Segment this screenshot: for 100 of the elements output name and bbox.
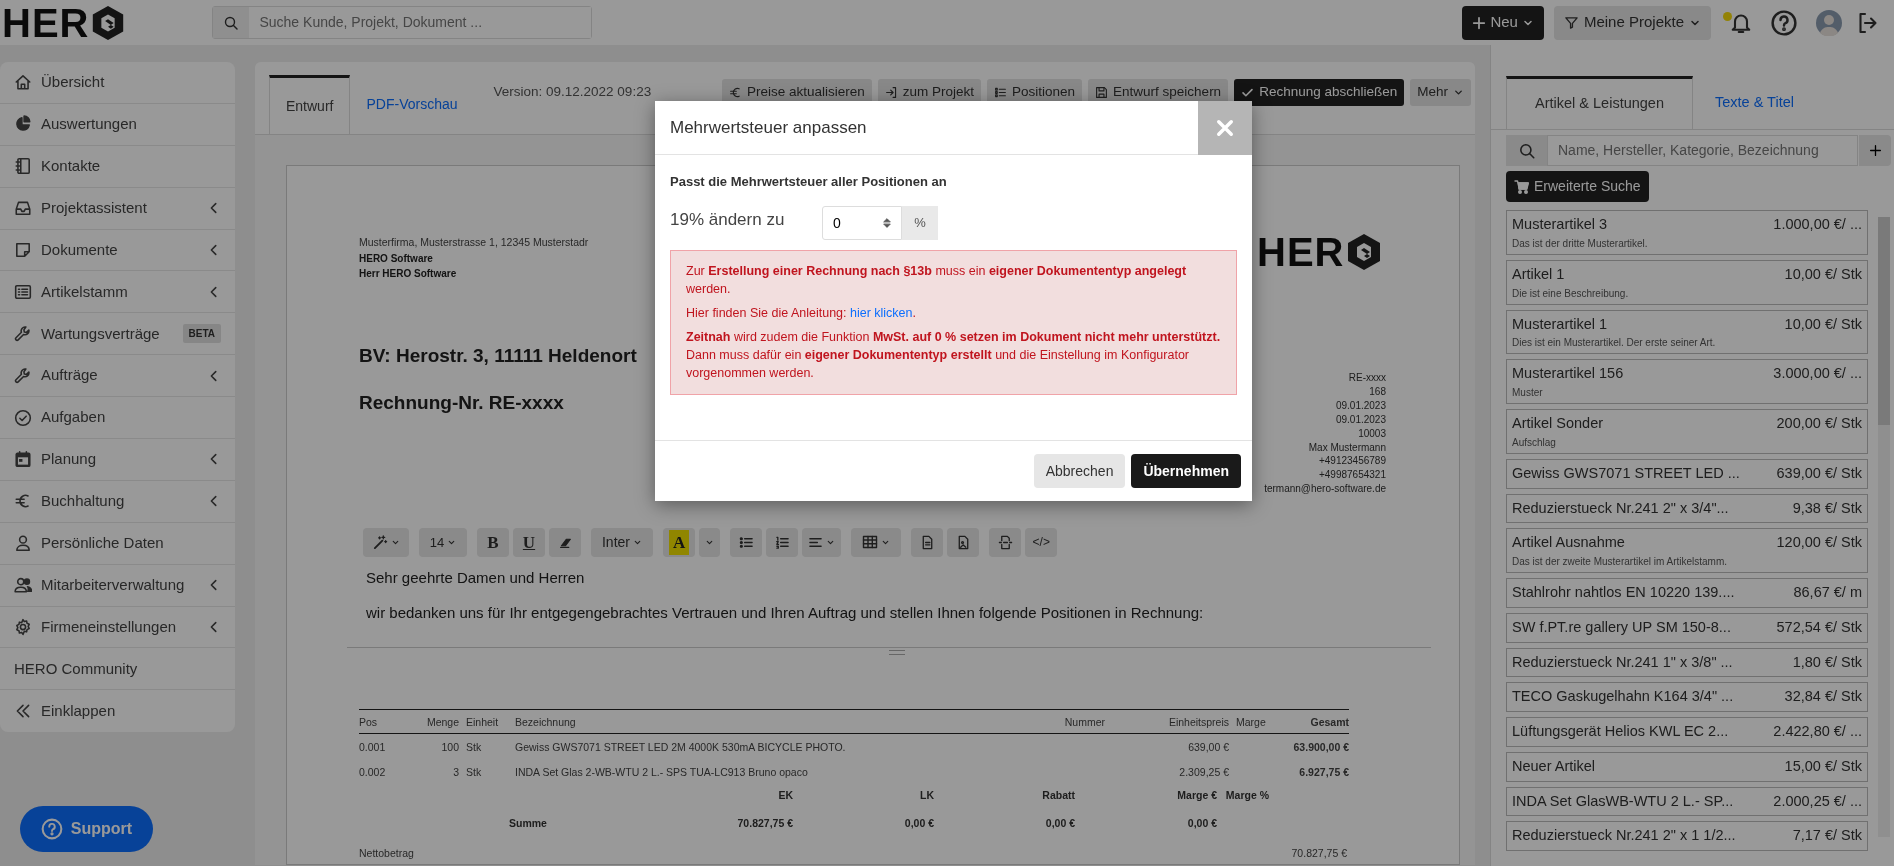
article-item[interactable]: Artikel 1 10,00 €/ Stk Die ist eine Beschreibung. bbox=[1506, 259, 1868, 305]
article-price: 2.000,25 €/ ... bbox=[1773, 791, 1862, 811]
bullet-list-button[interactable] bbox=[730, 527, 763, 557]
advanced-search-button[interactable]: Erweiterte Suche bbox=[1506, 171, 1649, 202]
cancel-button[interactable]: Abbrechen bbox=[1033, 454, 1126, 488]
vat-rate-field[interactable]: 0 bbox=[822, 205, 902, 240]
sidebar-item[interactable]: Mitarbeiterverwaltung bbox=[0, 564, 235, 607]
table-cell: 0.002 bbox=[359, 766, 386, 779]
home-icon bbox=[14, 73, 32, 92]
table-cell: 2.309,25 € bbox=[1179, 766, 1229, 779]
pie-chart-icon bbox=[14, 115, 32, 134]
plus-icon bbox=[1868, 144, 1882, 157]
panel-tab[interactable]: Texte & Titel bbox=[1693, 76, 1816, 129]
help-icon[interactable] bbox=[1770, 8, 1798, 37]
sender-address: Musterfirma, Musterstrasse 1, 12345 Musterstadr bbox=[359, 235, 590, 250]
recipient-line: Herr HERO Software bbox=[359, 267, 457, 282]
sidebar-item[interactable]: Aufträge bbox=[0, 355, 235, 398]
support-button[interactable]: Support bbox=[20, 806, 153, 852]
action-button[interactable]: Rechnung abschließen bbox=[1234, 78, 1405, 106]
search-icon bbox=[223, 14, 240, 31]
new-button[interactable]: Neu bbox=[1462, 5, 1544, 40]
font-size-button[interactable]: 14 bbox=[419, 527, 467, 557]
article-item[interactable]: SW f.PT.re gallery UP SM 150-8... 572,54 €/ Stk bbox=[1506, 612, 1868, 643]
article-item[interactable]: Musterartikel 156 3.000,00 €/ ... Muster bbox=[1506, 359, 1868, 404]
article-price: 10,00 €/ Stk bbox=[1784, 314, 1862, 334]
table-cell: 639,00 € bbox=[1188, 740, 1229, 753]
confirm-button[interactable]: Übernehmen bbox=[1131, 454, 1241, 488]
color-dropdown-button[interactable] bbox=[699, 527, 721, 557]
sidebar-item[interactable]: Dokumente bbox=[0, 229, 235, 272]
body-paragraph: Sehr geehrte Damen und Herren bbox=[366, 567, 586, 588]
highlight-button[interactable]: A bbox=[663, 527, 696, 557]
sidebar-item[interactable]: Planung bbox=[0, 439, 235, 481]
article-item[interactable]: Lüftungsgerät Helios KWL EC 2... 2.422,80 €/ ... bbox=[1506, 717, 1868, 747]
table-button[interactable] bbox=[851, 527, 902, 557]
column-header: Marge % bbox=[1225, 789, 1269, 801]
article-item[interactable]: Musterartikel 1 10,00 €/ Stk Dies ist ein Musterartikel. Der erste seiner Art. bbox=[1506, 309, 1868, 355]
table-cell: 3 bbox=[453, 766, 459, 779]
help-link[interactable]: hier klicken bbox=[850, 305, 913, 320]
sidebar-item[interactable]: Projektassistent bbox=[0, 187, 235, 230]
cart-icon bbox=[1514, 178, 1530, 195]
alert-text: Hier finden Sie die Anleitung: hier klicken. bbox=[686, 304, 917, 322]
code-button[interactable]: </> bbox=[1025, 527, 1058, 557]
more-button[interactable]: Mehr bbox=[1410, 78, 1471, 106]
search-icon bbox=[1517, 141, 1536, 160]
article-item[interactable]: TECO Gaskugelhahn K164 3/4" ... 32,84 €/ Stk bbox=[1506, 682, 1868, 712]
article-item[interactable]: Gewiss GWS7071 STREET LED ... 639,00 €/ Stk bbox=[1506, 458, 1868, 489]
article-item[interactable]: Musterartikel 3 1.000,00 €/ ... Das ist der dritte Musterartikel. bbox=[1506, 210, 1868, 255]
logo-text: HER bbox=[1257, 232, 1345, 272]
projects-button[interactable]: Meine Projekte bbox=[1553, 5, 1711, 40]
search-field[interactable]: Suche Kunde, Projekt, Dokument ... bbox=[212, 6, 593, 39]
sidebar-item[interactable]: Wartungsverträge BETA bbox=[0, 313, 235, 356]
bold-button[interactable]: B bbox=[477, 527, 509, 557]
meta-line: termann@hero-software.de bbox=[1264, 482, 1386, 497]
article-item[interactable]: Neuer Artikel 15,00 €/ Stk bbox=[1506, 751, 1868, 782]
article-item[interactable]: Artikel Ausnahme 120,00 €/ Stk Das ist der zweite Musterartikel im Artikelstamm. bbox=[1506, 528, 1868, 573]
add-button[interactable] bbox=[1859, 135, 1891, 166]
logo-text: HER bbox=[2, 2, 90, 43]
align-button[interactable] bbox=[802, 527, 842, 557]
sign-in-icon bbox=[884, 85, 898, 99]
editor-tab[interactable]: PDF-Vorschau bbox=[350, 75, 474, 134]
page-break-button[interactable] bbox=[989, 527, 1022, 557]
article-name: TECO Gaskugelhahn K164 3/4" ... bbox=[1512, 687, 1734, 707]
table-cell: Stk bbox=[466, 766, 482, 779]
sidebar-item[interactable]: Aufgaben bbox=[0, 397, 235, 439]
sidebar-item[interactable]: HERO Community bbox=[0, 648, 235, 691]
sidebar-item[interactable]: Kontakte bbox=[0, 145, 235, 188]
document-button[interactable] bbox=[911, 527, 944, 557]
style-button[interactable] bbox=[363, 527, 409, 557]
editor-tab[interactable]: Entwurf bbox=[269, 75, 351, 134]
article-name: Musterartikel 3 bbox=[1512, 215, 1608, 234]
article-item[interactable]: Stahlrohr nahtlos EN 10220 139.... 86,67 €/ m bbox=[1506, 578, 1868, 608]
table-cell: 0.001 bbox=[359, 740, 386, 753]
scrollbar[interactable] bbox=[1878, 217, 1890, 837]
euro-icon bbox=[728, 85, 742, 99]
sidebar-item[interactable]: Übersicht bbox=[0, 62, 235, 104]
filter-icon bbox=[1563, 15, 1579, 30]
article-item[interactable]: Artikel Sonder 200,00 €/ Stk Aufschlag bbox=[1506, 409, 1868, 454]
sidebar-item[interactable]: Einklappen bbox=[0, 690, 235, 733]
sidebar-item[interactable]: Artikelstamm bbox=[0, 271, 235, 314]
recipient-line: HERO Software bbox=[359, 251, 433, 266]
underline-button[interactable]: U bbox=[513, 527, 545, 557]
resize-handle[interactable] bbox=[889, 649, 905, 655]
article-item[interactable]: Reduzierstueck Nr.241 2" x 3/4"... 9,38 €/ Stk bbox=[1506, 493, 1868, 524]
article-description: Aufschlag bbox=[1512, 435, 1557, 450]
panel-tab[interactable]: Artikel & Leistungen bbox=[1506, 76, 1693, 129]
sidebar-item[interactable]: Firmeneinstellungen bbox=[0, 606, 235, 649]
close-icon bbox=[1215, 117, 1235, 138]
image-document-button[interactable] bbox=[947, 527, 980, 557]
sidebar-item[interactable]: Buchhaltung bbox=[0, 480, 235, 523]
sidebar-item[interactable]: Persönliche Daten bbox=[0, 522, 235, 565]
article-search-field[interactable]: Name, Hersteller, Kategorie, Bezeichnung bbox=[1547, 135, 1858, 166]
article-item[interactable]: INDA Set GlasWB-WTU 2 L.- SP... 2.000,25 €/ ... bbox=[1506, 786, 1868, 817]
font-button[interactable]: Inter bbox=[591, 527, 653, 557]
column-header: Nummer bbox=[1025, 709, 1105, 733]
numbered-list-button[interactable] bbox=[766, 527, 799, 557]
article-item[interactable]: Reduzierstueck Nr.241 2" x 1 1/2... 7,17 €/ Stk bbox=[1506, 821, 1868, 851]
article-item[interactable]: Reduzierstueck Nr.241 1" x 3/8" ... 1,80 €/ Stk bbox=[1506, 647, 1868, 678]
eraser-button[interactable] bbox=[549, 527, 581, 557]
version-text: Version: 09.12.2022 09:23 bbox=[493, 82, 652, 101]
sidebar-item[interactable]: Auswertungen bbox=[0, 103, 235, 146]
